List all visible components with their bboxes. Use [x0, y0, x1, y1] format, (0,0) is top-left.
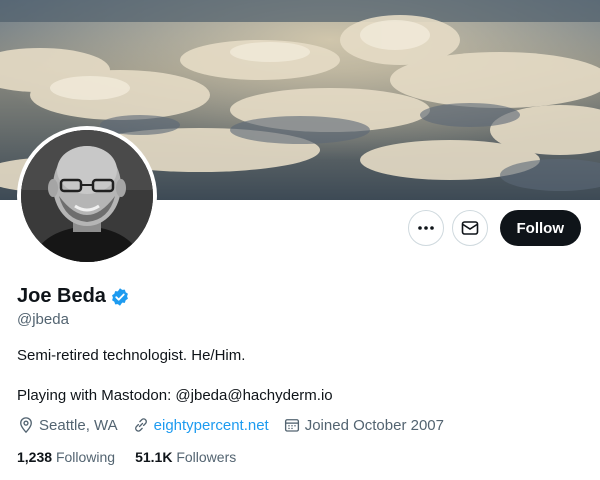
verified-badge-icon[interactable]	[110, 287, 130, 307]
location-pin-icon	[20, 417, 32, 434]
handle: @jbeda	[17, 311, 69, 328]
follow-button[interactable]: Follow	[499, 210, 581, 246]
followers-count: 51.1K	[135, 449, 173, 465]
followers-label: Followers	[176, 449, 237, 465]
website[interactable]: eightypercent.net	[132, 416, 269, 434]
bio: Semi-retired technologist. He/Him. Playi…	[17, 346, 577, 406]
more-button[interactable]	[407, 210, 444, 246]
join-date-text: Joined October 2007	[304, 416, 444, 434]
name-row: Joe Beda	[17, 285, 130, 308]
profile-meta: Seattle, WA eightypercent.net Joined Oct…	[17, 416, 458, 434]
following-link[interactable]: 1,238 Following	[17, 449, 115, 465]
profile-stats: 1,238 Following 51.1K Followers	[17, 449, 256, 465]
profile-actions: Follow	[407, 210, 581, 246]
location-text: Seattle, WA	[39, 416, 118, 434]
followers-link[interactable]: 51.1K Followers	[135, 449, 236, 465]
bio-line: Semi-retired technologist. He/Him.	[17, 347, 246, 364]
website-link[interactable]: eightypercent.net	[154, 417, 269, 434]
following-label: Following	[55, 449, 116, 465]
bio-line: Playing with Mastodon: @jbeda@hachyderm.…	[17, 387, 333, 404]
join-date: Joined October 2007	[283, 416, 444, 434]
more-icon	[417, 226, 434, 230]
following-count: 1,238	[17, 449, 53, 465]
message-button[interactable]	[451, 210, 488, 246]
location: Seattle, WA	[17, 416, 118, 434]
avatar[interactable]	[17, 126, 157, 266]
link-icon	[134, 418, 147, 432]
display-name: Joe Beda	[17, 285, 106, 307]
envelope-icon	[461, 221, 478, 235]
calendar-icon	[284, 419, 299, 432]
avatar-image	[21, 130, 153, 262]
